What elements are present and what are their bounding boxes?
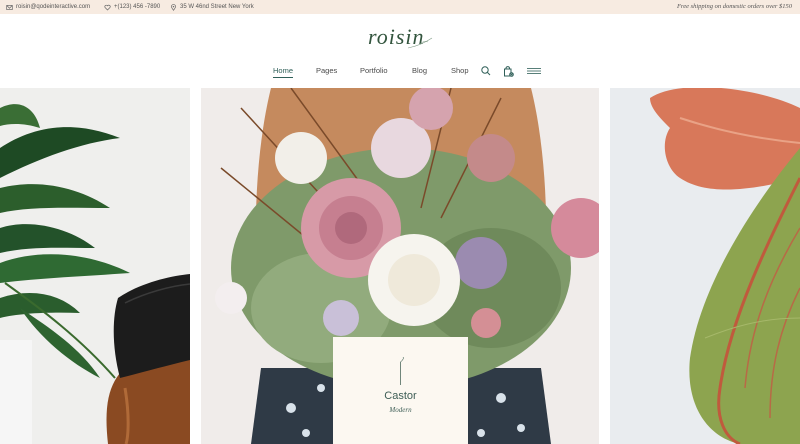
- plant-chair-image: [0, 88, 190, 444]
- location-pin-icon: [171, 3, 176, 11]
- portfolio-item-category[interactable]: Modern: [333, 406, 468, 414]
- portfolio-image-right[interactable]: [610, 88, 800, 444]
- main-navigation: Home Pages Portfolio Blog Shop 0: [0, 66, 800, 78]
- hamburger-menu-icon[interactable]: [526, 65, 542, 77]
- site-logo[interactable]: roisin: [368, 24, 438, 58]
- heart-icon: [104, 4, 111, 10]
- logo-flourish-icon: [407, 37, 433, 49]
- phone-link[interactable]: +(123) 456 -7890: [104, 0, 160, 14]
- cart-count: 0: [511, 73, 513, 77]
- portfolio-item-card[interactable]: Castor Modern: [333, 337, 468, 444]
- address-text: 35 W 46nd Street New York: [180, 4, 254, 10]
- shopping-bag-icon[interactable]: 0: [502, 65, 514, 77]
- shipping-notice: Free shipping on domestic orders over $1…: [676, 3, 792, 10]
- nav-item-pages[interactable]: Pages: [316, 66, 337, 75]
- search-icon[interactable]: [480, 65, 492, 77]
- email-link[interactable]: roisin@qodeinteractive.com: [6, 0, 90, 14]
- nav-item-blog[interactable]: Blog: [412, 66, 427, 75]
- nav-item-shop[interactable]: Shop: [451, 66, 469, 75]
- nav-item-home[interactable]: Home: [273, 66, 294, 78]
- nav-item-portfolio[interactable]: Portfolio: [360, 66, 388, 75]
- portfolio-item-title[interactable]: Castor: [333, 390, 468, 402]
- top-info-bar: roisin@qodeinteractive.com +(123) 456 -7…: [0, 0, 800, 14]
- address-info: 35 W 46nd Street New York: [170, 0, 254, 14]
- anthurium-leaf-image: [610, 88, 800, 444]
- mail-icon: [6, 4, 13, 10]
- stem-decoration-icon: [400, 357, 404, 385]
- portfolio-image-left[interactable]: [0, 88, 190, 444]
- email-text: roisin@qodeinteractive.com: [16, 4, 91, 10]
- phone-text: +(123) 456 -7890: [114, 4, 161, 10]
